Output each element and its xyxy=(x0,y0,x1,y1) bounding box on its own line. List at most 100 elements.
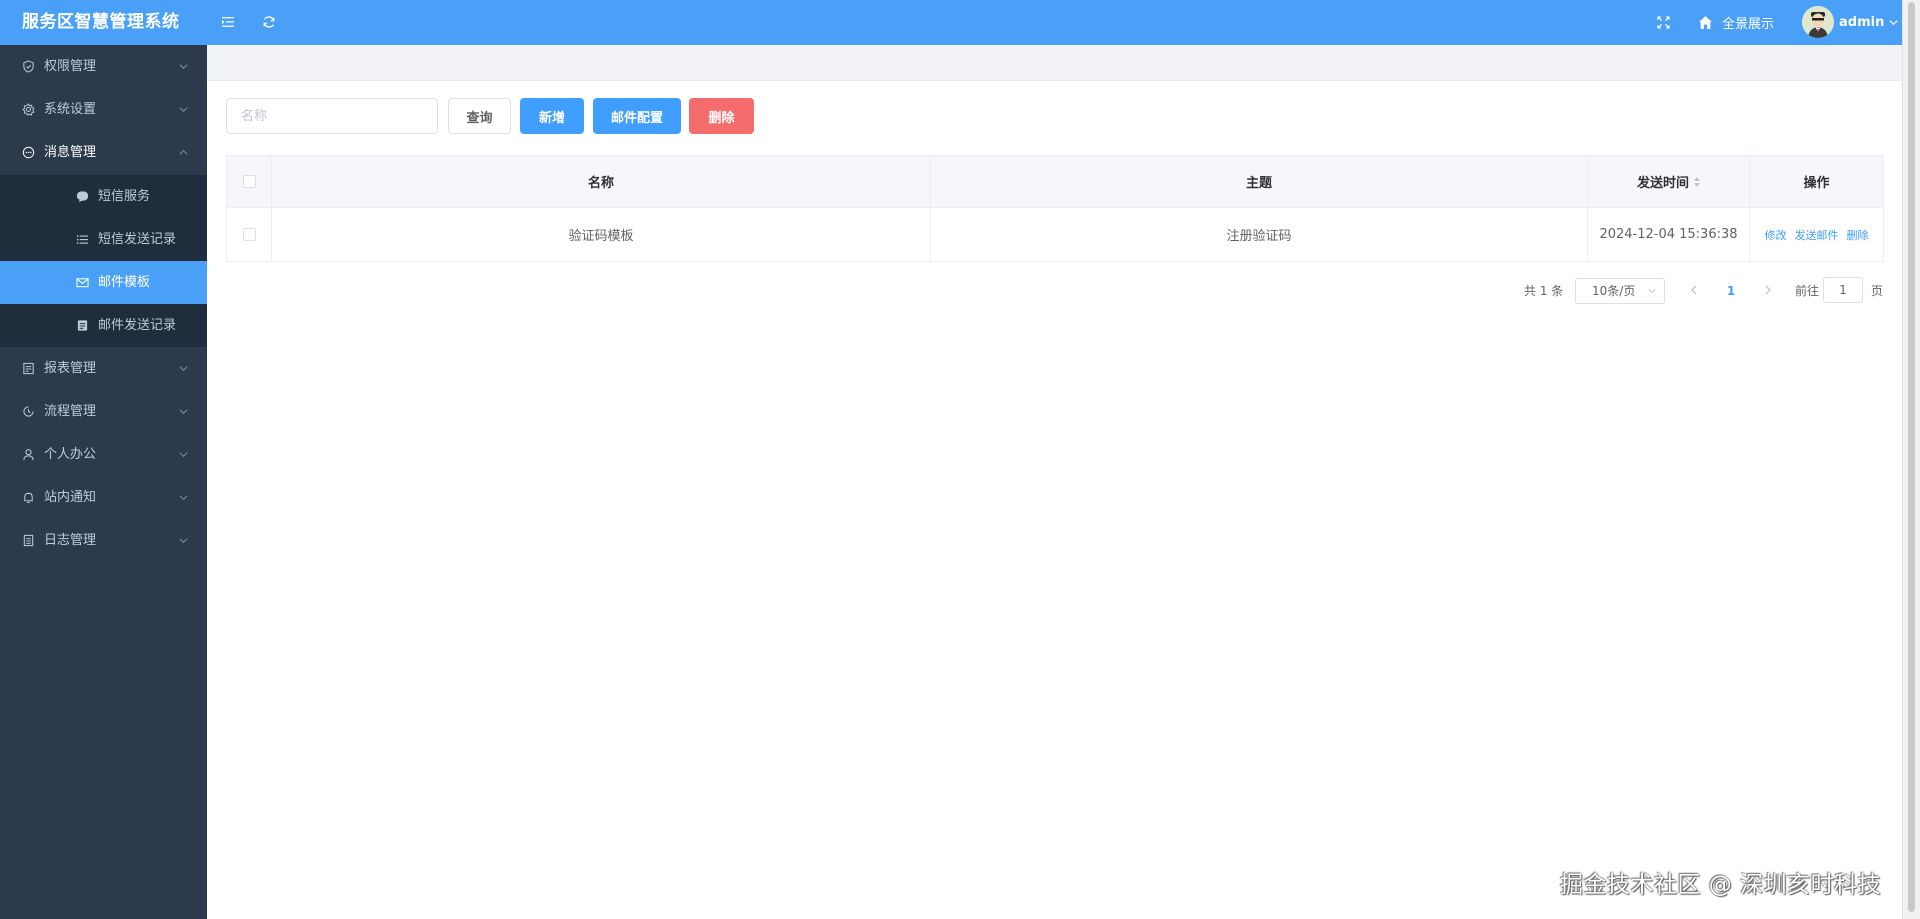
refresh-icon xyxy=(263,16,275,28)
sms-icon xyxy=(76,191,89,203)
sidebar-item-label: 日志管理 xyxy=(44,533,97,548)
username: admin xyxy=(1839,14,1885,30)
delete-button[interactable]: 删除 xyxy=(689,98,754,134)
delete-link[interactable]: 删除 xyxy=(1847,227,1869,243)
page-suffix-label: 页 xyxy=(1871,284,1884,298)
sidebar-item-label: 邮件模板 xyxy=(98,275,151,290)
fullscreen-icon xyxy=(1656,15,1670,29)
sidebar-item-label: 个人办公 xyxy=(44,447,97,462)
name-search-input[interactable] xyxy=(226,98,438,134)
user-menu[interactable]: admin xyxy=(1802,5,1898,39)
tags-bar xyxy=(207,45,1902,81)
scrollbar-thumb[interactable] xyxy=(1908,2,1915,912)
page-scrollbar[interactable] xyxy=(1902,0,1920,919)
chevron-down-icon xyxy=(179,538,188,544)
refresh-button[interactable] xyxy=(259,12,279,32)
chevron-down-icon xyxy=(1889,19,1898,25)
sidebar-item-mail-records[interactable]: 邮件发送记录 xyxy=(0,304,207,347)
column-header-name: 名称 xyxy=(272,156,931,207)
chevron-down-icon xyxy=(179,64,188,70)
log-icon xyxy=(23,534,34,547)
sidebar-item-label: 短信服务 xyxy=(98,189,151,204)
home-icon xyxy=(1699,15,1712,29)
chevron-down-icon xyxy=(1648,289,1656,294)
column-header-subject: 主题 xyxy=(931,156,1588,207)
table-header: 名称 主题 发送时间 操作 xyxy=(227,156,1883,208)
sort-caret-icon[interactable] xyxy=(1694,176,1700,187)
watermark: 掘金技术社区 @ 深圳亥时科技 xyxy=(1560,872,1882,898)
page-size-value: 10条/页 xyxy=(1592,284,1636,298)
sidebar-item-label: 站内通知 xyxy=(44,490,97,505)
page-number-current[interactable]: 1 xyxy=(1716,277,1746,305)
column-header-send-time[interactable]: 发送时间 xyxy=(1588,156,1750,207)
menu-collapse-button[interactable] xyxy=(218,12,238,32)
sidebar-item-label: 邮件发送记录 xyxy=(98,318,177,333)
chevron-up-icon xyxy=(179,149,188,155)
sidebar-item-sms-service[interactable]: 短信服务 xyxy=(0,175,207,218)
sidebar-item-label: 报表管理 xyxy=(44,361,97,376)
row-checkbox-cell xyxy=(227,208,272,261)
chevron-down-icon xyxy=(179,366,188,372)
panorama-link[interactable]: 全景展示 xyxy=(1698,0,1774,44)
chevron-down-icon xyxy=(179,107,188,113)
query-button[interactable]: 查询 xyxy=(448,98,511,134)
user-icon xyxy=(23,449,34,461)
sidebar-item-label: 系统设置 xyxy=(44,102,97,117)
goto-label: 前往 xyxy=(1795,284,1820,298)
sidebar-item-workflow[interactable]: 流程管理 xyxy=(0,390,207,433)
flow-icon xyxy=(23,406,34,417)
add-button[interactable]: 新增 xyxy=(520,98,584,134)
mail-config-button[interactable]: 邮件配置 xyxy=(593,98,681,134)
goto-page-input[interactable] xyxy=(1823,277,1863,303)
column-header-ops: 操作 xyxy=(1803,176,1830,191)
column-header-label: 发送时间 xyxy=(1636,176,1689,191)
gear-icon xyxy=(22,103,35,116)
sidebar-item-report[interactable]: 报表管理 xyxy=(0,347,207,390)
chevron-down-icon xyxy=(179,409,188,415)
fullscreen-button[interactable] xyxy=(1654,13,1672,31)
sidebar-item-message[interactable]: 消息管理 xyxy=(0,131,207,174)
shield-icon xyxy=(23,60,34,73)
page-size-select[interactable]: 10条/页 xyxy=(1575,278,1665,304)
edit-link[interactable]: 修改 xyxy=(1765,227,1787,243)
sidebar-item-notice[interactable]: 站内通知 xyxy=(0,476,207,519)
pagination: 共 1 条 10条/页 1 前往 页 xyxy=(207,277,1902,305)
menu-fold-icon xyxy=(222,17,234,27)
cell-send-time: 2024-12-04 15:36:38 xyxy=(1588,208,1750,261)
avatar xyxy=(1802,6,1834,38)
select-all-checkbox[interactable] xyxy=(242,175,256,188)
sidebar-item-mail-template[interactable]: 邮件模板 xyxy=(0,261,207,304)
app-title: 服务区智慧管理系统 xyxy=(22,12,180,32)
cell-ops: 修改 发送邮件 删除 xyxy=(1750,208,1883,261)
pagination-total: 共 1 条 xyxy=(1524,284,1564,298)
cell-subject: 注册验证码 xyxy=(931,208,1588,261)
sidebar-item-label: 消息管理 xyxy=(44,145,97,160)
list-icon xyxy=(76,235,89,244)
mail-template-table: 名称 主题 发送时间 操作 验证码模板 注册验证码 2024-12-04 15:… xyxy=(226,155,1884,262)
mail-icon xyxy=(76,278,89,288)
panorama-label: 全景展示 xyxy=(1722,16,1775,32)
prev-page-icon[interactable] xyxy=(1687,283,1701,297)
sidebar-item-sms-records[interactable]: 短信发送记录 xyxy=(0,218,207,261)
header-checkbox-cell xyxy=(227,156,272,207)
main-content: 查询 新增 邮件配置 删除 名称 主题 发送时间 操作 验证码模板 注册验证码 … xyxy=(207,45,1902,919)
sidebar-item-label: 短信发送记录 xyxy=(98,232,177,247)
chevron-down-icon xyxy=(179,452,188,458)
sidebar-item-settings[interactable]: 系统设置 xyxy=(0,88,207,131)
chat-icon xyxy=(22,146,35,159)
table-row: 验证码模板 注册验证码 2024-12-04 15:36:38 修改 发送邮件 … xyxy=(227,208,1883,261)
sidebar-item-label: 权限管理 xyxy=(44,59,97,74)
top-header: 服务区智慧管理系统 全景展示 admin xyxy=(0,0,1902,45)
sidebar-item-label: 流程管理 xyxy=(44,404,97,419)
next-page-icon[interactable] xyxy=(1761,283,1775,297)
chevron-down-icon xyxy=(179,495,188,501)
sidebar-item-personal-office[interactable]: 个人办公 xyxy=(0,433,207,476)
record-icon xyxy=(77,320,88,331)
sidebar-item-log[interactable]: 日志管理 xyxy=(0,519,207,562)
sidebar-item-permission[interactable]: 权限管理 xyxy=(0,45,207,88)
bell-icon xyxy=(24,492,33,503)
cell-name: 验证码模板 xyxy=(272,208,931,261)
sidebar: 权限管理 系统设置 消息管理 短信服务 短信发送记录 邮件模板 邮件发送记录 报… xyxy=(0,45,207,919)
send-mail-link[interactable]: 发送邮件 xyxy=(1795,227,1839,243)
row-checkbox[interactable] xyxy=(242,228,256,241)
